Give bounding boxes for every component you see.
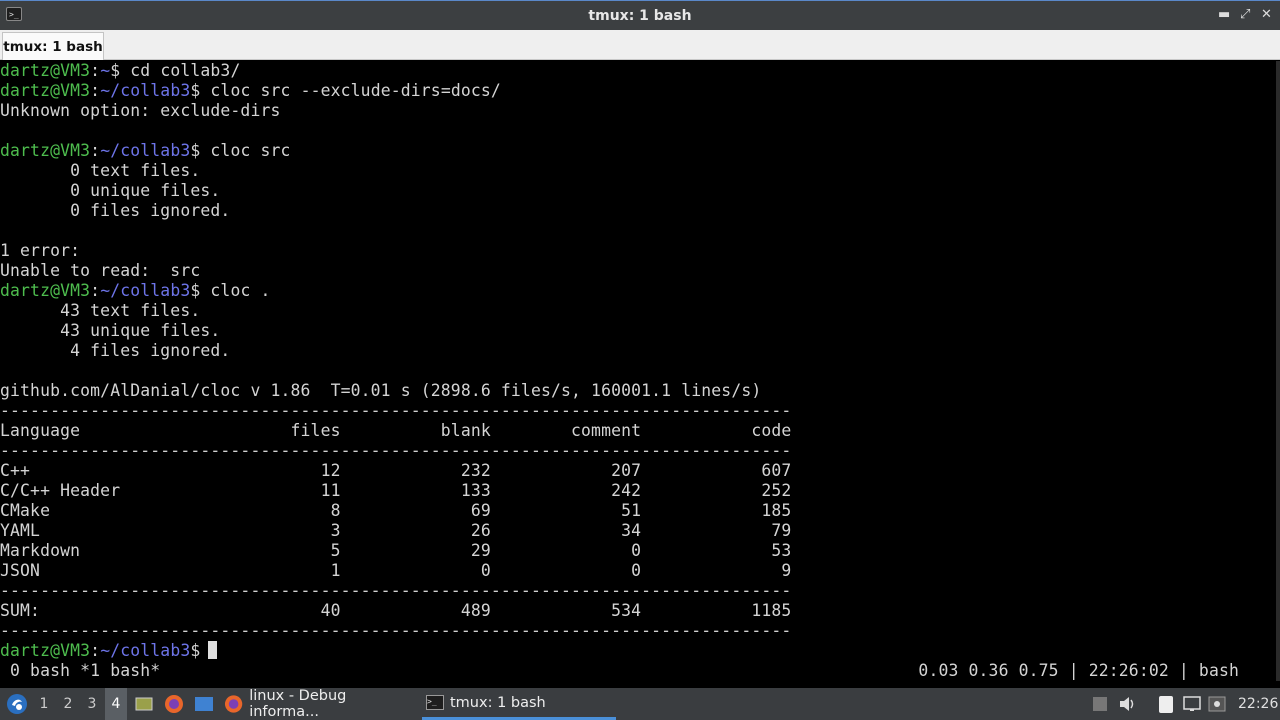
file-manager-icon (195, 697, 213, 711)
prompt-path: ~/collab3 (100, 81, 191, 100)
output-line: ----------------------------------------… (0, 401, 792, 420)
command-text: $ cloc src (190, 141, 291, 160)
output-line: YAML 3 26 34 79 (0, 521, 792, 540)
notification-icon (1093, 697, 1107, 711)
workspace-4[interactable]: 4 (105, 688, 127, 720)
scrollbar[interactable] (1276, 61, 1280, 681)
prompt-line: dartz@VM3:~/collab3$ (0, 641, 218, 661)
prompt-user: dartz@VM3 (0, 81, 91, 100)
task-firefox-label: linux - Debug informa... (249, 688, 347, 720)
tray-clipboard[interactable] (1155, 688, 1177, 720)
output-line: C++ 12 232 207 607 (0, 461, 792, 480)
output-line: 0 unique files. (0, 181, 221, 200)
prompt-path: ~/collab3 (100, 281, 191, 300)
output-line: github.com/AlDanial/cloc v 1.86 T=0.01 s… (0, 381, 762, 400)
workspace-3[interactable]: 3 (81, 688, 103, 720)
task-terminal-label: tmux: 1 bash (450, 694, 546, 711)
clipboard-icon (1159, 695, 1173, 713)
firefox-icon (165, 695, 183, 713)
terminal-output[interactable]: dartz@VM3:~$ cd collab3/dartz@VM3:~/coll… (0, 61, 1280, 681)
window-title: tmux: 1 bash (588, 7, 692, 24)
output-line: 43 text files. (0, 301, 201, 320)
tmux-status-bar: 0 bash *1 bash* 0.03 0.36 0.75 | 22:26:02… (0, 661, 1280, 681)
desktop-icon (135, 697, 153, 711)
terminal-icon: >_ (6, 7, 22, 21)
prompt-line: dartz@VM3:~/collab3$ cloc . (0, 281, 271, 300)
file-manager-launcher[interactable] (193, 688, 215, 720)
window-titlebar: >_ tmux: 1 bash ▬ ⤢ ✕ (0, 0, 1280, 30)
tray-notification[interactable] (1090, 688, 1110, 720)
output-line: ----------------------------------------… (0, 441, 792, 460)
prompt-path: ~ (100, 61, 111, 80)
task-terminal[interactable]: >_ tmux: 1 bash (422, 688, 616, 720)
taskbar-clock[interactable]: 22:26 (1238, 688, 1278, 720)
minimize-button[interactable]: ▬ (1218, 7, 1230, 22)
start-menu-icon (7, 694, 27, 714)
prompt-path: ~/collab3 (100, 141, 191, 160)
workspace-2[interactable]: 2 (57, 688, 79, 720)
volume-control[interactable] (1117, 688, 1139, 720)
output-line: 43 unique files. (0, 321, 221, 340)
network-icon (1208, 696, 1226, 712)
command-text: $ cloc src --exclude-dirs=docs/ (190, 81, 501, 100)
taskbar: 1 2 3 4 linux - Debug informa... >_ tmux… (0, 688, 1280, 720)
tray-network[interactable] (1206, 688, 1228, 720)
workspace-1[interactable]: 1 (33, 688, 55, 720)
output-line: 0 text files. (0, 161, 201, 180)
command-text: $ (190, 641, 201, 660)
tmux-window-list[interactable]: 0 bash *1 bash* (0, 661, 160, 680)
output-line: ----------------------------------------… (0, 621, 792, 640)
output-line: 0 files ignored. (0, 201, 231, 220)
display-icon (1183, 696, 1201, 711)
prompt-line: dartz@VM3:~$ cd collab3/ (0, 61, 241, 80)
output-line: 1 error: (0, 241, 81, 260)
tmux-status-right: 0.03 0.36 0.75 | 22:26:02 | bash (918, 661, 1239, 680)
tab-bar: tmux: 1 bash (0, 30, 1280, 60)
output-line: CMake 8 69 51 185 (0, 501, 792, 520)
prompt-line: dartz@VM3:~/collab3$ cloc src (0, 141, 291, 160)
restore-button[interactable]: ⤢ (1240, 7, 1250, 22)
tab-tmux-bash[interactable]: tmux: 1 bash (2, 32, 104, 60)
show-desktop-button[interactable] (134, 688, 154, 720)
command-text: $ cd collab3/ (110, 61, 241, 80)
firefox-icon (224, 695, 243, 713)
terminal-icon: >_ (426, 695, 444, 710)
output-line: Unknown option: exclude-dirs (0, 101, 281, 120)
prompt-user: dartz@VM3 (0, 141, 91, 160)
output-line: 4 files ignored. (0, 341, 231, 360)
volume-icon (1120, 697, 1134, 711)
prompt-line: dartz@VM3:~/collab3$ cloc src --exclude-… (0, 81, 501, 100)
prompt-user: dartz@VM3 (0, 281, 91, 300)
output-line: Language files blank comment code (0, 421, 792, 440)
output-line: Markdown 5 29 0 53 (0, 541, 792, 560)
output-line: SUM: 40 489 534 1185 (0, 601, 792, 620)
close-button[interactable]: ✕ (1261, 7, 1272, 22)
prompt-user: dartz@VM3 (0, 641, 91, 660)
start-menu-button[interactable] (4, 688, 30, 720)
firefox-launcher[interactable] (163, 688, 185, 720)
output-line: ----------------------------------------… (0, 581, 792, 600)
command-text: $ cloc . (190, 281, 271, 300)
prompt-user: dartz@VM3 (0, 61, 91, 80)
prompt-path: ~/collab3 (100, 641, 191, 660)
task-firefox[interactable]: linux - Debug informa... (224, 688, 414, 720)
output-line: C/C++ Header 11 133 242 252 (0, 481, 792, 500)
tray-display[interactable] (1181, 688, 1203, 720)
output-line: JSON 1 0 0 9 (0, 561, 792, 580)
output-line: Unable to read: src (0, 261, 201, 280)
text-cursor (208, 641, 218, 659)
